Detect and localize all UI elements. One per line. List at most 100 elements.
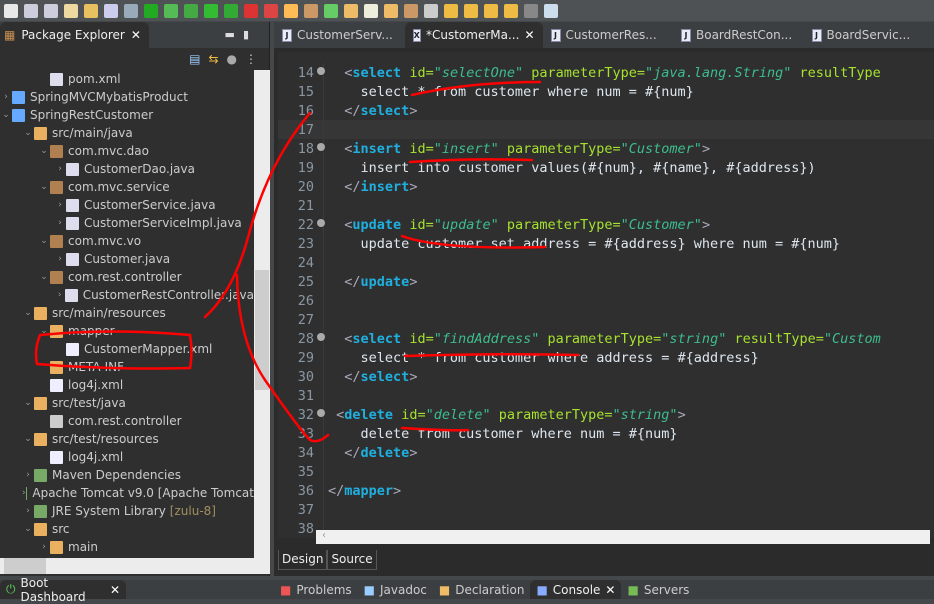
tree-item[interactable]: log4j.xml: [0, 376, 254, 394]
tree-item[interactable]: CustomerMapper.xml: [0, 340, 254, 358]
new-icon[interactable]: [4, 4, 18, 18]
tree-item[interactable]: ›main: [0, 538, 254, 556]
close-icon[interactable]: ✕: [131, 28, 141, 42]
new-class-icon[interactable]: [324, 4, 338, 18]
forward-disabled-icon[interactable]: [524, 4, 538, 18]
forward-icon[interactable]: [504, 4, 518, 18]
vertical-scrollbar[interactable]: [254, 70, 270, 558]
external-tools-icon[interactable]: [264, 4, 278, 18]
open-project-icon[interactable]: [344, 4, 358, 18]
fold-toggle-icon[interactable]: [317, 67, 325, 75]
close-icon[interactable]: ✕: [605, 583, 615, 597]
tree-item[interactable]: ⌄com.mvc.service: [0, 178, 254, 196]
tree-item[interactable]: log4j.xml: [0, 448, 254, 466]
expand-arrow-icon[interactable]: ⌄: [0, 110, 12, 120]
focus-icon[interactable]: ●: [227, 52, 237, 66]
tab-servers[interactable]: ■Servers: [621, 580, 695, 599]
tree-item[interactable]: pom.xml: [0, 70, 254, 88]
link-with-editor-icon[interactable]: ⇆: [208, 52, 218, 66]
debug-icon[interactable]: [184, 4, 198, 18]
spring-update-icon[interactable]: [164, 4, 178, 18]
fold-toggle-icon[interactable]: [317, 409, 325, 417]
expand-arrow-icon[interactable]: ›: [38, 542, 50, 552]
skip-breakpoints-icon[interactable]: [124, 4, 138, 18]
expand-arrow-icon[interactable]: ›: [54, 218, 66, 228]
editor-tab[interactable]: JCustomerServ...: [274, 22, 405, 48]
boot-icon[interactable]: [144, 4, 158, 18]
close-icon[interactable]: ✕: [524, 28, 534, 42]
folder-icon[interactable]: [404, 4, 418, 18]
editor-horizontal-scrollbar[interactable]: ‹: [316, 530, 930, 544]
tree-item[interactable]: ⌄com.rest.controller: [0, 268, 254, 286]
tree-item[interactable]: ›Customer.java: [0, 250, 254, 268]
save-all-icon[interactable]: [44, 4, 58, 18]
run-icon[interactable]: [204, 4, 218, 18]
tree-item[interactable]: ›CustomerService.java: [0, 196, 254, 214]
editor-tab[interactable]: JBoardRestCon...: [673, 22, 804, 48]
tree-item[interactable]: ⌄SpringRestCustomer: [0, 106, 254, 124]
tree-item[interactable]: ⌄com.mvc.vo: [0, 232, 254, 250]
collapse-all-icon[interactable]: ▤: [189, 52, 200, 66]
expand-arrow-icon[interactable]: ⌄: [22, 128, 34, 138]
tree-item[interactable]: ›CustomerRestController.java: [0, 286, 254, 304]
tree-item[interactable]: ⌄src/test/java: [0, 394, 254, 412]
next-annotation-icon[interactable]: [444, 4, 458, 18]
expand-arrow-icon[interactable]: ⌄: [22, 434, 34, 444]
code-editor[interactable]: 14 <select id="selectOne" parameterType=…: [278, 52, 934, 538]
open-type-icon[interactable]: [64, 4, 78, 18]
fold-toggle-icon[interactable]: [317, 219, 325, 227]
tab-source[interactable]: Source: [327, 550, 376, 570]
expand-arrow-icon[interactable]: ›: [0, 92, 12, 102]
tab-declaration[interactable]: ■Declaration: [433, 580, 531, 599]
prev-annotation-icon[interactable]: [464, 4, 478, 18]
expand-arrow-icon[interactable]: ›: [54, 164, 66, 174]
stop-icon[interactable]: [244, 4, 258, 18]
tree-item[interactable]: ›SpringMVCMybatisProduct: [0, 88, 254, 106]
horizontal-scrollbar[interactable]: [0, 558, 270, 574]
tree-item[interactable]: ⌄com.mvc.dao: [0, 142, 254, 160]
new-java-project-icon[interactable]: [284, 4, 298, 18]
tab-javadoc[interactable]: ■Javadoc: [358, 580, 433, 599]
expand-arrow-icon[interactable]: ⌄: [38, 272, 50, 282]
minimize-maximize-icons[interactable]: ▬▮: [225, 28, 257, 41]
expand-arrow-icon[interactable]: ⌄: [22, 308, 34, 318]
tab-console[interactable]: ■Console✕: [530, 580, 621, 599]
tree-item[interactable]: ›CustomerServiceImpl.java: [0, 214, 254, 232]
editor-tab[interactable]: JCustomerRes...: [543, 22, 674, 48]
back-icon[interactable]: [484, 4, 498, 18]
expand-arrow-icon[interactable]: ⌄: [38, 326, 50, 336]
editor-tab[interactable]: X*CustomerMa...✕: [405, 22, 543, 48]
perspective-icon[interactable]: [544, 4, 558, 18]
tree-item[interactable]: ›Apache Tomcat v9.0 [Apache Tomcat: [0, 484, 254, 502]
tree-item[interactable]: ›CustomerDao.java: [0, 160, 254, 178]
expand-arrow-icon[interactable]: ›: [54, 254, 66, 264]
pen-icon[interactable]: [384, 4, 398, 18]
tree-item[interactable]: ⌄src/main/java: [0, 124, 254, 142]
expand-arrow-icon[interactable]: ⌄: [38, 182, 50, 192]
view-menu-icon[interactable]: ⋮: [245, 52, 257, 66]
tab-package-explorer[interactable]: ▦ Package Explorer ✕: [0, 22, 149, 48]
expand-arrow-icon[interactable]: ⌄: [22, 524, 34, 534]
fold-toggle-icon[interactable]: [317, 333, 325, 341]
tree-item[interactable]: META-INF: [0, 358, 254, 376]
fold-toggle-icon[interactable]: [317, 143, 325, 151]
open-resource-icon[interactable]: [84, 4, 98, 18]
expand-arrow-icon[interactable]: ›: [54, 290, 65, 300]
tab-design[interactable]: Design: [278, 550, 327, 570]
editor-tab[interactable]: JBoardServic...: [804, 22, 934, 48]
new-package-icon[interactable]: [304, 4, 318, 18]
tree-item[interactable]: com.rest.controller: [0, 412, 254, 430]
expand-arrow-icon[interactable]: ⌄: [22, 398, 34, 408]
tree-item[interactable]: ›Maven Dependencies: [0, 466, 254, 484]
tree-item[interactable]: ⌄mapper: [0, 322, 254, 340]
console-icon[interactable]: [104, 4, 118, 18]
tree-item[interactable]: ⌄src/test/resources: [0, 430, 254, 448]
close-icon[interactable]: ✕: [110, 583, 120, 597]
hierarchy-icon[interactable]: [424, 4, 438, 18]
expand-arrow-icon[interactable]: ›: [22, 506, 34, 516]
tree-item[interactable]: ›JRE System Library[zulu-8]: [0, 502, 254, 520]
run-server-icon[interactable]: [224, 4, 238, 18]
expand-arrow-icon[interactable]: ›: [22, 470, 34, 480]
save-icon[interactable]: [24, 4, 38, 18]
expand-arrow-icon[interactable]: ›: [54, 200, 66, 210]
